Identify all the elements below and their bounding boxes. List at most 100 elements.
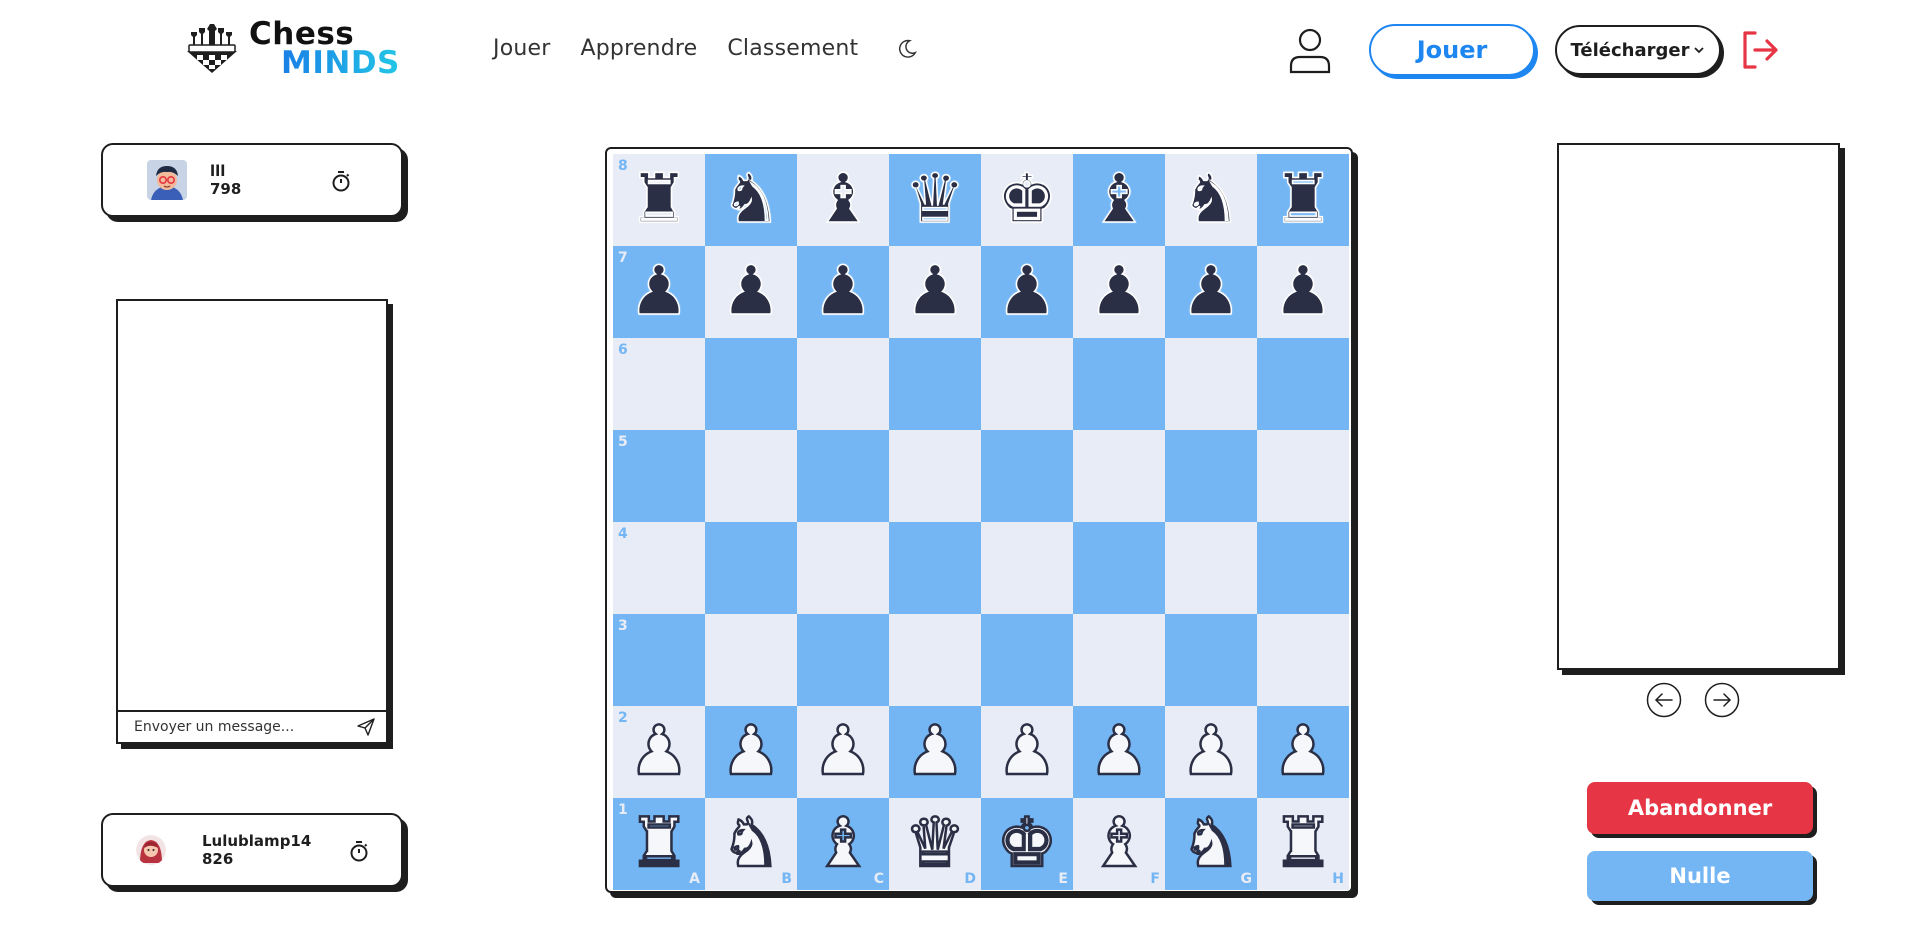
square-g8[interactable]: ♞ xyxy=(1165,154,1257,246)
black-piece[interactable]: ♟ xyxy=(1180,257,1242,327)
black-piece[interactable]: ♝ xyxy=(1088,165,1150,235)
download-button[interactable]: Télécharger xyxy=(1555,25,1721,75)
square-b4[interactable] xyxy=(705,522,797,614)
square-a7[interactable]: 7 ♟ xyxy=(613,246,705,338)
black-piece[interactable]: ♛ xyxy=(904,165,966,235)
logout-icon[interactable] xyxy=(1741,30,1779,70)
square-e2[interactable]: ♟ xyxy=(981,706,1073,798)
arrow-left-icon[interactable] xyxy=(1646,682,1682,718)
user-icon[interactable] xyxy=(1288,26,1332,74)
square-c4[interactable] xyxy=(797,522,889,614)
white-piece[interactable]: ♟ xyxy=(627,716,690,787)
white-piece[interactable]: ♝ xyxy=(1087,808,1150,879)
black-piece[interactable]: ♟ xyxy=(720,257,782,327)
square-h8[interactable]: ♜ xyxy=(1257,154,1349,246)
white-piece[interactable]: ♜ xyxy=(627,808,690,879)
square-h7[interactable]: ♟ xyxy=(1257,246,1349,338)
square-g7[interactable]: ♟ xyxy=(1165,246,1257,338)
square-g1[interactable]: G ♞ xyxy=(1165,798,1257,890)
square-f1[interactable]: F ♝ xyxy=(1073,798,1165,890)
square-d5[interactable] xyxy=(889,430,981,522)
black-piece[interactable]: ♞ xyxy=(1180,165,1242,235)
black-piece[interactable]: ♜ xyxy=(1272,165,1334,235)
white-piece[interactable]: ♞ xyxy=(719,808,782,879)
square-a3[interactable]: 3 xyxy=(613,614,705,706)
square-e6[interactable] xyxy=(981,338,1073,430)
square-b5[interactable] xyxy=(705,430,797,522)
black-piece[interactable]: ♟ xyxy=(812,257,874,327)
square-h6[interactable] xyxy=(1257,338,1349,430)
square-f2[interactable]: ♟ xyxy=(1073,706,1165,798)
nav-link-play[interactable]: Jouer xyxy=(493,36,550,61)
square-g5[interactable] xyxy=(1165,430,1257,522)
square-h2[interactable]: ♟ xyxy=(1257,706,1349,798)
square-e5[interactable] xyxy=(981,430,1073,522)
square-d2[interactable]: ♟ xyxy=(889,706,981,798)
square-h1[interactable]: H ♜ xyxy=(1257,798,1349,890)
white-piece[interactable]: ♟ xyxy=(1179,716,1242,787)
square-b2[interactable]: ♟ xyxy=(705,706,797,798)
send-icon[interactable] xyxy=(356,717,376,737)
white-piece[interactable]: ♟ xyxy=(995,716,1058,787)
black-piece[interactable]: ♝ xyxy=(812,165,874,235)
square-f6[interactable] xyxy=(1073,338,1165,430)
square-d3[interactable] xyxy=(889,614,981,706)
square-e4[interactable] xyxy=(981,522,1073,614)
moon-icon[interactable] xyxy=(896,38,918,60)
white-piece[interactable]: ♟ xyxy=(719,716,782,787)
black-piece[interactable]: ♟ xyxy=(628,257,690,327)
square-a8[interactable]: 8 ♜ xyxy=(613,154,705,246)
square-h3[interactable] xyxy=(1257,614,1349,706)
square-a1[interactable]: 1 A ♜ xyxy=(613,798,705,890)
black-piece[interactable]: ♜ xyxy=(628,165,690,235)
white-piece[interactable]: ♟ xyxy=(903,716,966,787)
square-d1[interactable]: D ♛ xyxy=(889,798,981,890)
white-piece[interactable]: ♝ xyxy=(811,808,874,879)
square-f3[interactable] xyxy=(1073,614,1165,706)
chess-board[interactable]: 8 ♜ ♞ ♝ ♛ ♚ ♝ ♞ ♜ 7 ♟ ♟ ♟ ♟ ♟ ♟ ♟ ♟ 6 5 4 3 2 ♟ ♟ ♟ ♟ ♟ ♟ ♟ ♟ 1 A ♜ B ♞ C ♝ D ♛… xyxy=(613,154,1349,890)
white-piece[interactable]: ♛ xyxy=(903,808,966,879)
square-c8[interactable]: ♝ xyxy=(797,154,889,246)
brand-logo[interactable]: Chess MINDS xyxy=(183,18,400,79)
arrow-right-icon[interactable] xyxy=(1704,682,1740,718)
square-d6[interactable] xyxy=(889,338,981,430)
square-c1[interactable]: C ♝ xyxy=(797,798,889,890)
black-piece[interactable]: ♟ xyxy=(1272,257,1334,327)
square-b3[interactable] xyxy=(705,614,797,706)
black-piece[interactable]: ♚ xyxy=(996,165,1058,235)
square-f8[interactable]: ♝ xyxy=(1073,154,1165,246)
play-button[interactable]: Jouer xyxy=(1369,24,1535,76)
square-d8[interactable]: ♛ xyxy=(889,154,981,246)
square-a6[interactable]: 6 xyxy=(613,338,705,430)
resign-button[interactable]: Abandonner xyxy=(1587,782,1813,834)
square-a5[interactable]: 5 xyxy=(613,430,705,522)
square-f5[interactable] xyxy=(1073,430,1165,522)
white-piece[interactable]: ♚ xyxy=(995,808,1058,879)
square-b7[interactable]: ♟ xyxy=(705,246,797,338)
black-piece[interactable]: ♟ xyxy=(1088,257,1150,327)
square-f4[interactable] xyxy=(1073,522,1165,614)
square-a2[interactable]: 2 ♟ xyxy=(613,706,705,798)
square-e1[interactable]: E ♚ xyxy=(981,798,1073,890)
square-e7[interactable]: ♟ xyxy=(981,246,1073,338)
chat-message-input[interactable] xyxy=(134,719,356,735)
nav-link-ranking[interactable]: Classement xyxy=(727,36,858,61)
square-g2[interactable]: ♟ xyxy=(1165,706,1257,798)
square-b8[interactable]: ♞ xyxy=(705,154,797,246)
square-c7[interactable]: ♟ xyxy=(797,246,889,338)
black-piece[interactable]: ♞ xyxy=(720,165,782,235)
square-c2[interactable]: ♟ xyxy=(797,706,889,798)
nav-link-learn[interactable]: Apprendre xyxy=(580,36,697,61)
square-f7[interactable]: ♟ xyxy=(1073,246,1165,338)
white-piece[interactable]: ♟ xyxy=(1087,716,1150,787)
white-piece[interactable]: ♟ xyxy=(811,716,874,787)
white-piece[interactable]: ♞ xyxy=(1179,808,1242,879)
square-h5[interactable] xyxy=(1257,430,1349,522)
square-c3[interactable] xyxy=(797,614,889,706)
square-d7[interactable]: ♟ xyxy=(889,246,981,338)
square-c5[interactable] xyxy=(797,430,889,522)
square-a4[interactable]: 4 xyxy=(613,522,705,614)
square-g6[interactable] xyxy=(1165,338,1257,430)
square-e8[interactable]: ♚ xyxy=(981,154,1073,246)
white-piece[interactable]: ♜ xyxy=(1271,808,1334,879)
